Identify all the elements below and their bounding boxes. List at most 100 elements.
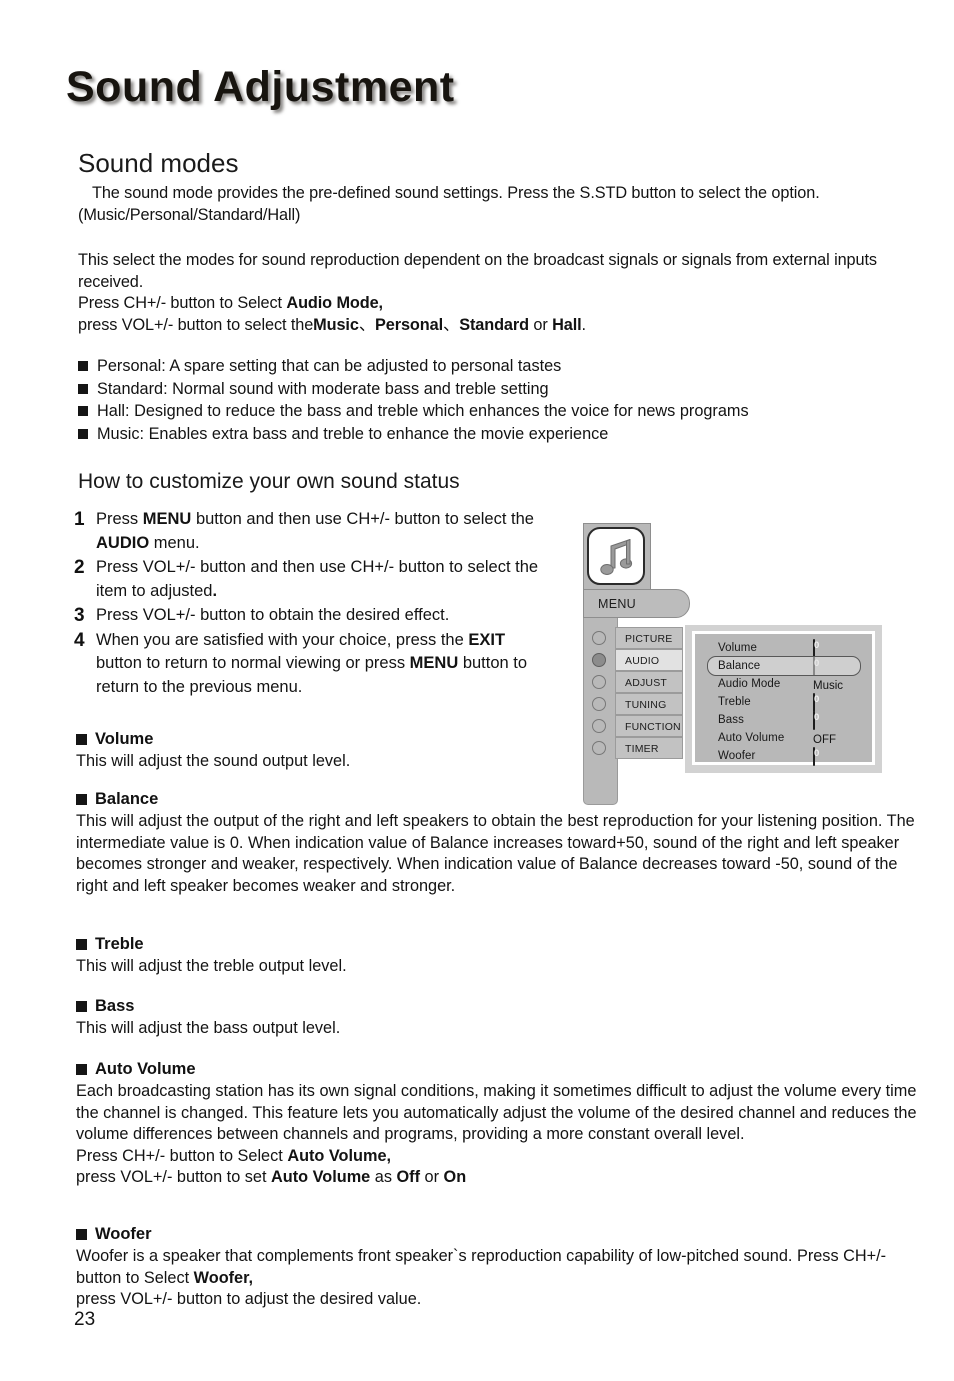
step-item-1: 1 Press MENU button and then use CH+/- bu… <box>74 508 544 555</box>
definition-body-seg-2: press VOL+/- button to adjust the desire… <box>76 1290 422 1308</box>
sound-mode-item: Hall: Designed to reduce the bass and tr… <box>78 400 918 423</box>
definition-heading-label: Bass <box>95 997 135 1015</box>
osd-setting-row-balance[interactable]: Balance0 <box>695 656 872 676</box>
definition-body-seg-6: or <box>420 1168 444 1186</box>
definition-body-seg-3: Auto Volume <box>271 1168 371 1186</box>
definition-body-auto-volume: Each broadcasting station has its own si… <box>76 1081 918 1189</box>
definition-body-seg-1: Auto Volume, <box>287 1146 392 1165</box>
osd-icon-box <box>587 527 645 585</box>
mode-option-hall: Hall <box>552 315 582 334</box>
definition-body-seg-0: Each broadcasting station has its own si… <box>76 1082 917 1165</box>
step-number: 4 <box>74 629 85 651</box>
osd-setting-row-bass[interactable]: Bass 0 <box>695 711 872 730</box>
osd-setting-label: Auto Volume <box>718 731 785 744</box>
page-number: 23 <box>74 1309 96 1330</box>
definition-treble: Treble This will adjust the treble output… <box>76 935 918 978</box>
osd-menu-tab-label: MENU <box>598 596 637 611</box>
step-text-seg-0: Press <box>96 510 143 528</box>
definition-heading-auto-volume: Auto Volume <box>76 1060 918 1079</box>
page-title: Sound Adjustment <box>66 63 455 111</box>
sound-mode-label: Hall: Designed to reduce the bass and tr… <box>97 402 749 420</box>
separator-1: 、 <box>358 315 376 334</box>
definition-body-volume: This will adjust the sound output level. <box>76 751 918 773</box>
definition-body-seg-4: as <box>370 1168 397 1186</box>
definition-woofer: Woofer Woofer is a speaker that complemen… <box>76 1225 918 1311</box>
definition-heading-volume: Volume <box>76 730 918 749</box>
step-text-seg-2: button and then use CH+/- button to sele… <box>191 510 534 528</box>
osd-slider[interactable]: 0 <box>813 711 819 730</box>
or-text: or <box>528 315 553 334</box>
manual-page: Sound Adjustment Sound modes The sound m… <box>0 0 954 1381</box>
definition-heading-bass: Bass <box>76 997 918 1016</box>
definition-body-seg-5: Off <box>396 1168 420 1186</box>
osd-setting-label: Woofer <box>718 749 756 762</box>
select-line1: This select the modes for sound reproduc… <box>78 251 877 291</box>
osd-slider[interactable]: 0 <box>813 693 819 712</box>
step-item-4: 4 When you are satisfied with your choice… <box>74 629 544 700</box>
radio-circle-icon[interactable] <box>592 631 606 645</box>
step-text: Press MENU button and then use CH+/- but… <box>96 508 544 555</box>
select-line3-prefix: press VOL+/- button to select the <box>78 315 314 334</box>
radio-circle-icon[interactable] <box>592 675 606 689</box>
osd-setting-label: Balance <box>718 659 761 672</box>
definition-body-treble: This will adjust the treble output level… <box>76 956 918 978</box>
definition-heading-balance: Balance <box>76 790 918 809</box>
bullet-square-icon <box>76 1229 87 1240</box>
osd-setting-value-wrap: 0 <box>813 639 861 658</box>
bullet-square-icon <box>78 406 88 416</box>
osd-nav-item-tuning[interactable]: TUNING <box>583 693 683 715</box>
osd-setting-value-wrap: 0 <box>813 711 861 730</box>
bullet-square-icon <box>76 794 87 805</box>
radio-circle-icon[interactable] <box>592 653 606 667</box>
definition-heading-label: Auto Volume <box>95 1060 196 1078</box>
osd-text-value: Music <box>813 680 844 692</box>
bullet-square-icon <box>76 1064 87 1075</box>
osd-setting-row-audio-mode[interactable]: Audio Mode Music <box>695 675 872 693</box>
osd-setting-label: Audio Mode <box>718 677 781 690</box>
step-text-seg-0: Press VOL+/- button and then use CH+/- b… <box>96 558 539 600</box>
definition-balance: Balance This will adjust the output of th… <box>76 790 918 897</box>
numbered-steps-list: 1 Press MENU button and then use CH+/- bu… <box>74 508 544 700</box>
sound-mode-label: Personal: A spare setting that can be ad… <box>97 357 562 375</box>
osd-setting-value-wrap: 0 <box>813 693 861 712</box>
bullet-square-icon <box>78 383 88 394</box>
step-text-seg-2: button to return to normal viewing or pr… <box>96 654 410 672</box>
osd-menu-tab[interactable]: MENU <box>583 589 690 618</box>
step-item-3: 3 Press VOL+/- button to obtain the desir… <box>74 604 544 628</box>
osd-setting-row-volume[interactable]: Volume 0 <box>695 639 872 658</box>
osd-setting-label: Bass <box>718 713 744 726</box>
step-number: 1 <box>74 509 85 530</box>
osd-setting-value-wrap: Music <box>813 676 861 692</box>
definition-heading-label: Treble <box>95 935 144 953</box>
radio-circle-icon[interactable] <box>592 697 606 711</box>
osd-nav-item-audio[interactable]: AUDIO <box>583 649 683 671</box>
mode-option-music: Music <box>313 315 359 334</box>
heading-sound-modes: Sound modes <box>78 148 239 178</box>
sound-mode-item: Music: Enables extra bass and treble to … <box>78 423 918 446</box>
step-text-seg-1: MENU <box>142 510 192 528</box>
definition-heading-label: Woofer <box>95 1225 152 1243</box>
definition-body-woofer: Woofer is a speaker that complements fro… <box>76 1246 918 1311</box>
step-text-seg-0: Press VOL+/- button to obtain the desire… <box>96 606 450 624</box>
definition-body-seg-0: This will adjust the treble output level… <box>76 957 347 975</box>
definition-volume: Volume This will adjust the sound output … <box>76 730 918 773</box>
definition-body-seg-1: Woofer, <box>193 1268 254 1287</box>
definition-heading-label: Volume <box>95 730 154 748</box>
step-text: When you are satisfied with your choice,… <box>96 629 544 700</box>
osd-nav-item-adjust[interactable]: ADJUST <box>583 671 683 693</box>
select-line2-bold: Audio Mode, <box>286 294 383 312</box>
osd-setting-row-treble[interactable]: Treble 0 <box>695 693 872 712</box>
definition-heading-label: Balance <box>95 790 159 808</box>
bullet-square-icon <box>76 939 87 950</box>
sound-mode-label: Music: Enables extra bass and treble to … <box>97 424 609 443</box>
paragraph-select: This select the modes for sound reproduc… <box>78 250 916 336</box>
sound-mode-item: Personal: A spare setting that can be ad… <box>78 355 918 378</box>
osd-nav-item-label: ADJUST <box>615 671 683 693</box>
osd-icon-frame <box>583 523 651 591</box>
definition-body-bass: This will adjust the bass output level. <box>76 1018 918 1040</box>
osd-nav-item-picture[interactable]: PICTURE <box>583 627 683 649</box>
sound-mode-item: Standard: Normal sound with moderate bas… <box>78 378 918 401</box>
sound-mode-label: Standard: Normal sound with moderate bas… <box>97 379 549 398</box>
osd-setting-label: Volume <box>718 641 757 654</box>
osd-setting-label: Treble <box>718 695 751 708</box>
